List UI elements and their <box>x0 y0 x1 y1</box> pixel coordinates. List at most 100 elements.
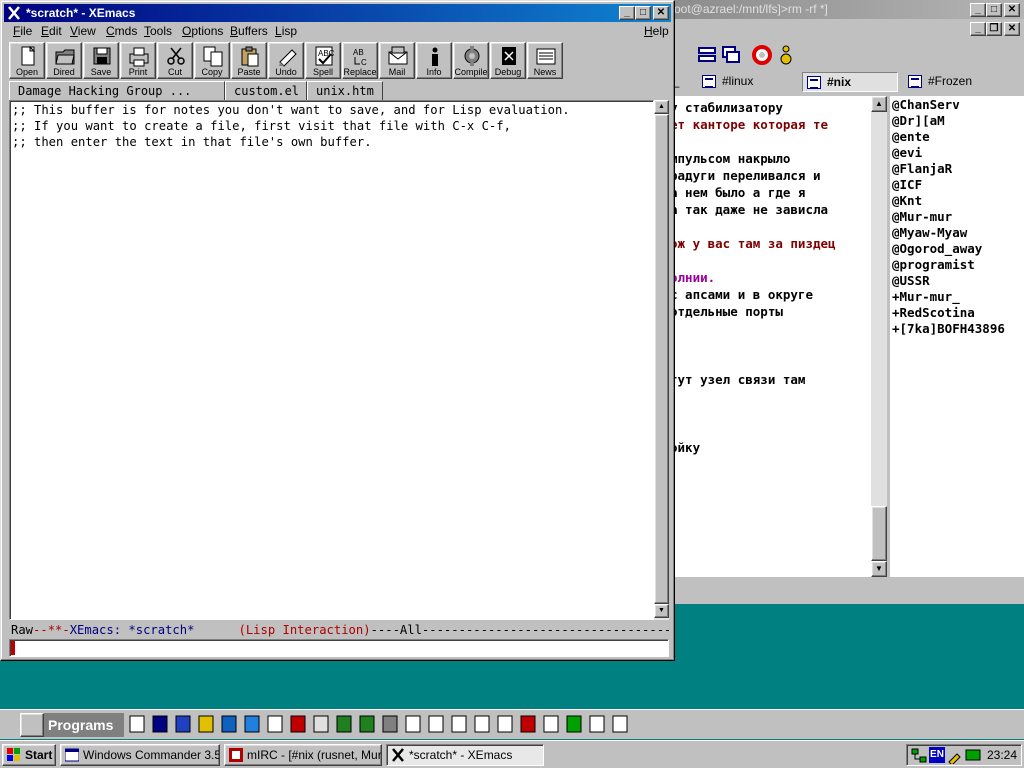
scroll-up-arrow-icon[interactable]: ▲ <box>871 96 887 112</box>
monitor-icon[interactable] <box>965 748 981 764</box>
programs-icon[interactable] <box>20 713 44 737</box>
nick-item[interactable]: @ChanServ <box>892 97 960 112</box>
task-mirc[interactable]: mIRC - [#nix (rusnet, Mur-... <box>224 744 382 766</box>
quick-launch-icon[interactable] <box>128 715 146 733</box>
mirc-child-minimize-button[interactable]: _ <box>970 22 986 36</box>
task-xemacs[interactable]: *scratch* - XEmacs <box>386 744 544 766</box>
about-icon[interactable] <box>778 44 794 66</box>
scroll-down-arrow-icon[interactable]: ▼ <box>871 561 887 577</box>
mirc-minimize-button[interactable]: _ <box>970 3 986 17</box>
cascade-icon[interactable] <box>722 46 740 64</box>
quick-launch-icon[interactable] <box>588 715 606 733</box>
plug-icon[interactable] <box>947 748 963 764</box>
nick-item[interactable]: @ICF <box>892 177 922 192</box>
undo-button[interactable]: Undo <box>268 42 304 79</box>
quick-launch-icon[interactable] <box>197 715 215 733</box>
quick-launch-icon[interactable] <box>450 715 468 733</box>
quick-launch-icon[interactable] <box>404 715 422 733</box>
menu-buffers[interactable]: Buffers <box>230 24 268 38</box>
help-lifebuoy-icon[interactable] <box>752 45 772 65</box>
quick-launch-icon[interactable] <box>565 715 583 733</box>
save-button[interactable]: Save <box>83 42 119 79</box>
menu-help[interactable]: Help <box>644 24 669 38</box>
nick-item[interactable]: @Dr][aM <box>892 113 945 128</box>
open-button[interactable]: Open <box>9 42 45 79</box>
quick-launch-icon[interactable] <box>266 715 284 733</box>
menu-cmds[interactable]: Cmds <box>106 24 137 38</box>
menu-options[interactable]: Options <box>182 24 223 38</box>
quick-launch-icon[interactable] <box>312 715 330 733</box>
scroll-down-arrow-icon[interactable]: ▼ <box>654 604 669 618</box>
tab-linux[interactable]: #linux <box>698 72 788 92</box>
menu-view[interactable]: View <box>70 24 96 38</box>
nick-item[interactable]: +Mur-mur_ <box>892 289 960 304</box>
language-indicator[interactable]: EN <box>929 747 945 763</box>
mail-button[interactable]: Mail <box>379 42 415 79</box>
start-button[interactable]: Start <box>2 744 56 766</box>
spell-button[interactable]: ABC Spell <box>305 42 341 79</box>
replace-button[interactable]: AB C Replace <box>342 42 378 79</box>
nick-item[interactable]: @Knt <box>892 193 922 208</box>
quick-launch-icon[interactable] <box>358 715 376 733</box>
quick-launch-icon[interactable] <box>151 715 169 733</box>
network-icon[interactable] <box>911 748 927 764</box>
mirc-close-button[interactable]: ✕ <box>1004 3 1020 17</box>
mirc-child-restore-button[interactable]: ❐ <box>986 22 1002 36</box>
quick-launch-icon[interactable] <box>542 715 560 733</box>
quick-launch-icon[interactable] <box>381 715 399 733</box>
editor-text-area[interactable]: ;; This buffer is for notes you don't wa… <box>9 100 654 620</box>
quick-launch-icon[interactable] <box>243 715 261 733</box>
scroll-up-arrow-icon[interactable]: ▲ <box>654 100 669 114</box>
xemacs-close-button[interactable]: ✕ <box>653 6 669 20</box>
cut-button[interactable]: Cut <box>157 42 193 79</box>
menu-file[interactable]: File <box>13 24 32 38</box>
chat-scrollbar[interactable]: ▲ ▼ <box>871 96 887 577</box>
nick-item[interactable]: @USSR <box>892 273 930 288</box>
menu-tools[interactable]: Tools <box>144 24 172 38</box>
scroll-thumb[interactable] <box>871 506 887 561</box>
buffer-tab-unix-htm[interactable]: unix.htm <box>307 81 383 101</box>
nick-item[interactable]: +[7ka]BOFH43896 <box>892 321 1005 336</box>
quick-launch-icon[interactable] <box>611 715 629 733</box>
scroll-thumb[interactable] <box>654 114 669 604</box>
buffer-tab-custom-el[interactable]: custom.el <box>225 81 307 101</box>
quick-launch-icon[interactable] <box>519 715 537 733</box>
nick-item[interactable]: @Ogorod_away <box>892 241 982 256</box>
nick-item[interactable]: +RedScotina <box>892 305 975 320</box>
debug-button[interactable]: Debug <box>490 42 526 79</box>
xemacs-maximize-button[interactable]: □ <box>635 6 651 20</box>
tab-frozen[interactable]: #Frozen <box>904 72 1004 92</box>
dired-button[interactable]: Dired <box>46 42 82 79</box>
programs-label[interactable]: Programs <box>44 713 124 737</box>
nick-item[interactable]: @ente <box>892 129 930 144</box>
mirc-child-close-button[interactable]: ✕ <box>1004 22 1020 36</box>
nick-item[interactable]: @evi <box>892 145 922 160</box>
quick-launch-icon[interactable] <box>174 715 192 733</box>
menu-edit[interactable]: Edit <box>41 24 62 38</box>
xemacs-minimize-button[interactable]: _ <box>619 6 635 20</box>
nick-item[interactable]: @Myaw-Myaw <box>892 225 967 240</box>
print-button[interactable]: Print <box>120 42 156 79</box>
nick-item[interactable]: @Mur-mur <box>892 209 952 224</box>
nick-item[interactable]: @programist <box>892 257 975 272</box>
copy-button[interactable]: Copy <box>194 42 230 79</box>
quick-launch-icon[interactable] <box>473 715 491 733</box>
minibuffer[interactable] <box>9 639 669 657</box>
quick-launch-icon[interactable] <box>427 715 445 733</box>
tile-icon[interactable] <box>698 46 716 64</box>
menu-lisp[interactable]: Lisp <box>275 24 297 38</box>
quick-launch-icon[interactable] <box>335 715 353 733</box>
news-button[interactable]: News <box>527 42 563 79</box>
quick-launch-icon[interactable] <box>496 715 514 733</box>
info-button[interactable]: Info <box>416 42 452 79</box>
editor-scrollbar[interactable]: ▲ ▼ <box>654 100 669 620</box>
quick-launch-icon[interactable] <box>220 715 238 733</box>
task-windows-commander[interactable]: Windows Commander 3.53... <box>60 744 220 766</box>
buffer-tab-damage-hacking-group[interactable]: Damage Hacking Group ... <box>9 81 225 101</box>
mirc-maximize-button[interactable]: □ <box>986 3 1002 17</box>
tab-nix[interactable]: #nix <box>802 72 898 92</box>
paste-button[interactable]: Paste <box>231 42 267 79</box>
compile-button[interactable]: Compile <box>453 42 489 79</box>
nick-item[interactable]: @FlanjaR <box>892 161 952 176</box>
quick-launch-icon[interactable] <box>289 715 307 733</box>
